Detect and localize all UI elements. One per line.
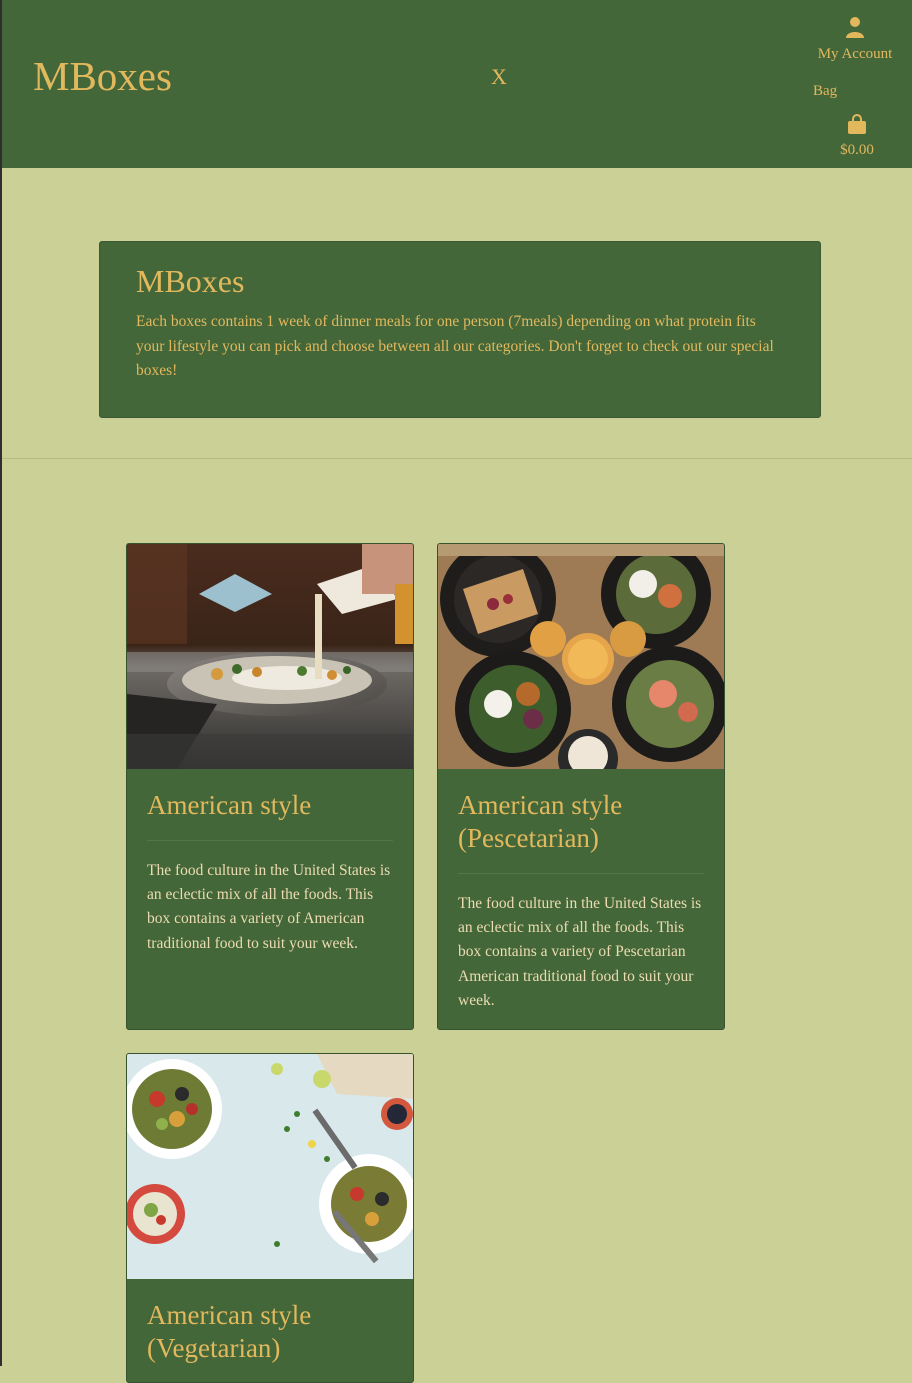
product-card[interactable]: American style (Vegetarian) [126, 1053, 414, 1383]
product-title[interactable]: American style [147, 789, 393, 822]
pan-cooking-photo [127, 544, 413, 769]
product-title[interactable]: American style (Vegetarian) [147, 1299, 393, 1365]
salad-bowls-photo [127, 1054, 413, 1279]
site-logo[interactable]: MBoxes [33, 56, 172, 97]
product-image[interactable] [127, 1054, 413, 1279]
product-image[interactable] [438, 544, 724, 769]
bag-label[interactable]: Bag [813, 83, 837, 100]
product-divider [458, 873, 704, 874]
product-card[interactable]: American style The food culture in the U… [126, 543, 414, 1030]
bag-link[interactable]: $0.00 [828, 114, 886, 159]
intro-panel: MBoxes Each boxes contains 1 week of din… [99, 241, 821, 418]
section-divider [2, 458, 912, 459]
intro-title: MBoxes [136, 263, 245, 299]
close-button[interactable]: X [491, 66, 507, 88]
product-card-body: American style (Vegetarian) [127, 1279, 413, 1365]
product-title[interactable]: American style (Pescetarian) [458, 789, 704, 855]
user-icon [846, 17, 864, 38]
product-image[interactable] [127, 544, 413, 769]
product-divider [147, 840, 393, 841]
product-card-body: American style The food culture in the U… [127, 769, 413, 956]
intro-text: Each boxes contains 1 week of dinner mea… [136, 313, 774, 379]
dinner-plates-photo [438, 544, 724, 769]
product-description: The food culture in the United States is… [458, 895, 702, 1009]
product-card[interactable]: American style (Pescetarian) The food cu… [437, 543, 725, 1030]
my-account-link[interactable]: My Account [813, 16, 897, 63]
product-description: The food culture in the United States is… [147, 862, 391, 952]
bag-total: $0.00 [840, 142, 874, 158]
site-header: MBoxes X My Account Bag $0.00 [2, 0, 912, 168]
shopping-bag-icon [848, 114, 866, 134]
my-account-label: My Account [817, 46, 893, 62]
product-card-body: American style (Pescetarian) The food cu… [438, 769, 724, 1013]
